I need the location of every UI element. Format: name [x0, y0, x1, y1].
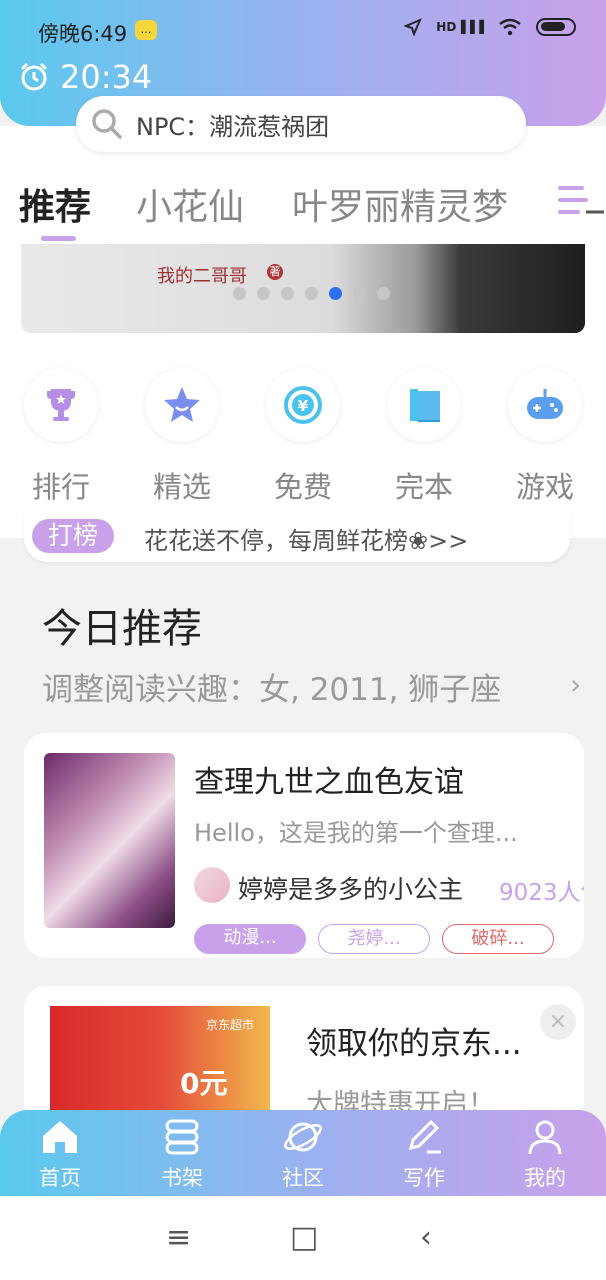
notice-text: 花花送不停，每周鲜花榜❀>> — [144, 527, 469, 555]
category-label: 免费 — [273, 470, 332, 504]
interest-settings-link[interactable]: 调整阅读兴趣：女, 2011, 狮子座 — [42, 664, 501, 709]
carousel-dot[interactable] — [281, 287, 294, 300]
carousel-dot[interactable] — [257, 287, 270, 300]
nav-profile[interactable]: 我的 — [500, 1110, 590, 1192]
category-games[interactable]: 游戏 — [505, 368, 585, 506]
carousel-dots — [233, 287, 390, 300]
nav-label: 我的 — [524, 1166, 566, 1190]
author-avatar — [194, 867, 230, 903]
chevron-right-icon[interactable]: › — [570, 668, 581, 701]
carousel-dot[interactable] — [377, 287, 390, 300]
book-card[interactable]: 查理九世之血色友谊 Hello，这是我的第一个查理... 婷婷是多多的小公主 9… — [24, 733, 584, 958]
author-name: 婷婷是多多的小公主 — [238, 875, 464, 904]
active-tab-indicator — [41, 236, 76, 241]
banner-title: 我的二哥哥 — [157, 266, 247, 287]
category-label: 游戏 — [515, 470, 574, 504]
status-bar: 傍晚6:49 … HD▐▐▐ — [0, 0, 606, 60]
search-placeholder: NPC：潮流惹祸团 — [136, 112, 330, 141]
book-tag[interactable]: 破碎... — [442, 924, 554, 954]
notice-bar[interactable]: 打榜 花花送不停，每周鲜花榜❀>> — [24, 512, 570, 562]
home-button-icon[interactable]: □ — [290, 1220, 318, 1255]
battery-icon — [536, 18, 576, 36]
book-description: Hello，这是我的第一个查理... — [194, 819, 518, 847]
channel-tabs: 推荐 小花仙 叶罗丽精灵梦 — [0, 178, 606, 238]
search-bar[interactable]: NPC：潮流惹祸团 — [76, 96, 526, 152]
nav-label: 书架 — [161, 1166, 203, 1190]
signal-icon: HD▐▐▐ — [436, 20, 484, 34]
carousel-dot-active[interactable] — [329, 287, 342, 300]
search-icon — [92, 109, 122, 139]
chat-notification-icon: … — [135, 20, 157, 40]
carousel-dot[interactable] — [305, 287, 318, 300]
alarm-indicator: 20:34 — [18, 58, 152, 96]
back-icon[interactable]: ‹ — [420, 1220, 432, 1255]
ad-title: 领取你的京东... — [306, 1026, 522, 1062]
close-icon[interactable]: × — [540, 1004, 576, 1040]
banner-author-mark: 著 — [267, 264, 283, 280]
carousel-dot[interactable] — [353, 287, 366, 300]
pen-icon — [408, 1119, 441, 1154]
book-tag[interactable]: 尧婷... — [318, 924, 430, 954]
category-ranking[interactable]: 排行 — [21, 368, 101, 506]
network-label: HD — [436, 20, 457, 34]
ad-image-price: 0元 — [180, 1067, 228, 1100]
user-icon — [528, 1120, 562, 1155]
home-icon — [43, 1121, 77, 1153]
location-arrow-icon — [404, 18, 423, 36]
category-completed[interactable]: 完本 — [384, 368, 464, 506]
status-icons: HD▐▐▐ — [404, 18, 576, 36]
category-label: 排行 — [31, 470, 90, 504]
nav-label: 首页 — [39, 1166, 81, 1190]
book-icon — [410, 389, 440, 422]
status-time: 傍晚6:49 — [38, 22, 128, 46]
section-title: 今日推荐 — [42, 606, 202, 652]
category-free[interactable]: ¥ 免费 — [263, 368, 343, 506]
svg-text:¥: ¥ — [298, 397, 309, 415]
alarm-clock-icon — [20, 62, 48, 91]
carousel-dot[interactable] — [233, 287, 246, 300]
category-label: 完本 — [394, 470, 453, 504]
nav-label: 写作 — [403, 1166, 445, 1190]
bookshelf-icon — [165, 1119, 199, 1155]
planet-icon — [284, 1122, 322, 1152]
nav-community[interactable]: 社区 — [258, 1110, 348, 1192]
wifi-icon — [499, 18, 521, 36]
bottom-navigation: 首页 书架 社区 写作 我的 — [0, 1110, 606, 1196]
alarm-time: 20:34 — [60, 58, 153, 96]
popularity-count: 9023人气 — [499, 880, 584, 906]
ad-image: 京东超市 0元 — [50, 1006, 270, 1126]
notice-badge: 打榜 — [32, 519, 114, 553]
tab-xiaohuaxian[interactable]: 小花仙 — [136, 178, 244, 230]
tab-menu-icon[interactable] — [556, 182, 606, 222]
yen-coin-icon: ¥ — [284, 386, 322, 424]
category-featured[interactable]: 精选 — [142, 368, 222, 506]
nav-bookshelf[interactable]: 书架 — [137, 1110, 227, 1192]
category-label: 精选 — [152, 470, 211, 504]
star-icon — [164, 387, 200, 422]
nav-label: 社区 — [282, 1166, 324, 1190]
nav-write[interactable]: 写作 — [379, 1110, 469, 1192]
book-cover — [44, 753, 175, 928]
gamepad-icon — [527, 389, 563, 419]
ad-image-brand: 京东超市 — [205, 1018, 254, 1032]
trophy-icon — [47, 389, 75, 421]
book-title: 查理九世之血色友谊 — [194, 765, 464, 800]
system-navigation-bar: ≡ □ ‹ — [0, 1196, 606, 1280]
banner-carousel[interactable]: 我的二哥哥 著 — [21, 244, 585, 333]
book-tag[interactable]: 动漫... — [194, 924, 306, 954]
ad-card[interactable]: 京东超市 0元 领取你的京东... 大牌特惠开启！ × — [24, 986, 584, 1126]
nav-home[interactable]: 首页 — [15, 1110, 105, 1192]
menu-icon[interactable]: ≡ — [166, 1220, 191, 1255]
tab-yeluoli[interactable]: 叶罗丽精灵梦 — [292, 178, 508, 230]
tab-recommend[interactable]: 推荐 — [19, 178, 91, 230]
